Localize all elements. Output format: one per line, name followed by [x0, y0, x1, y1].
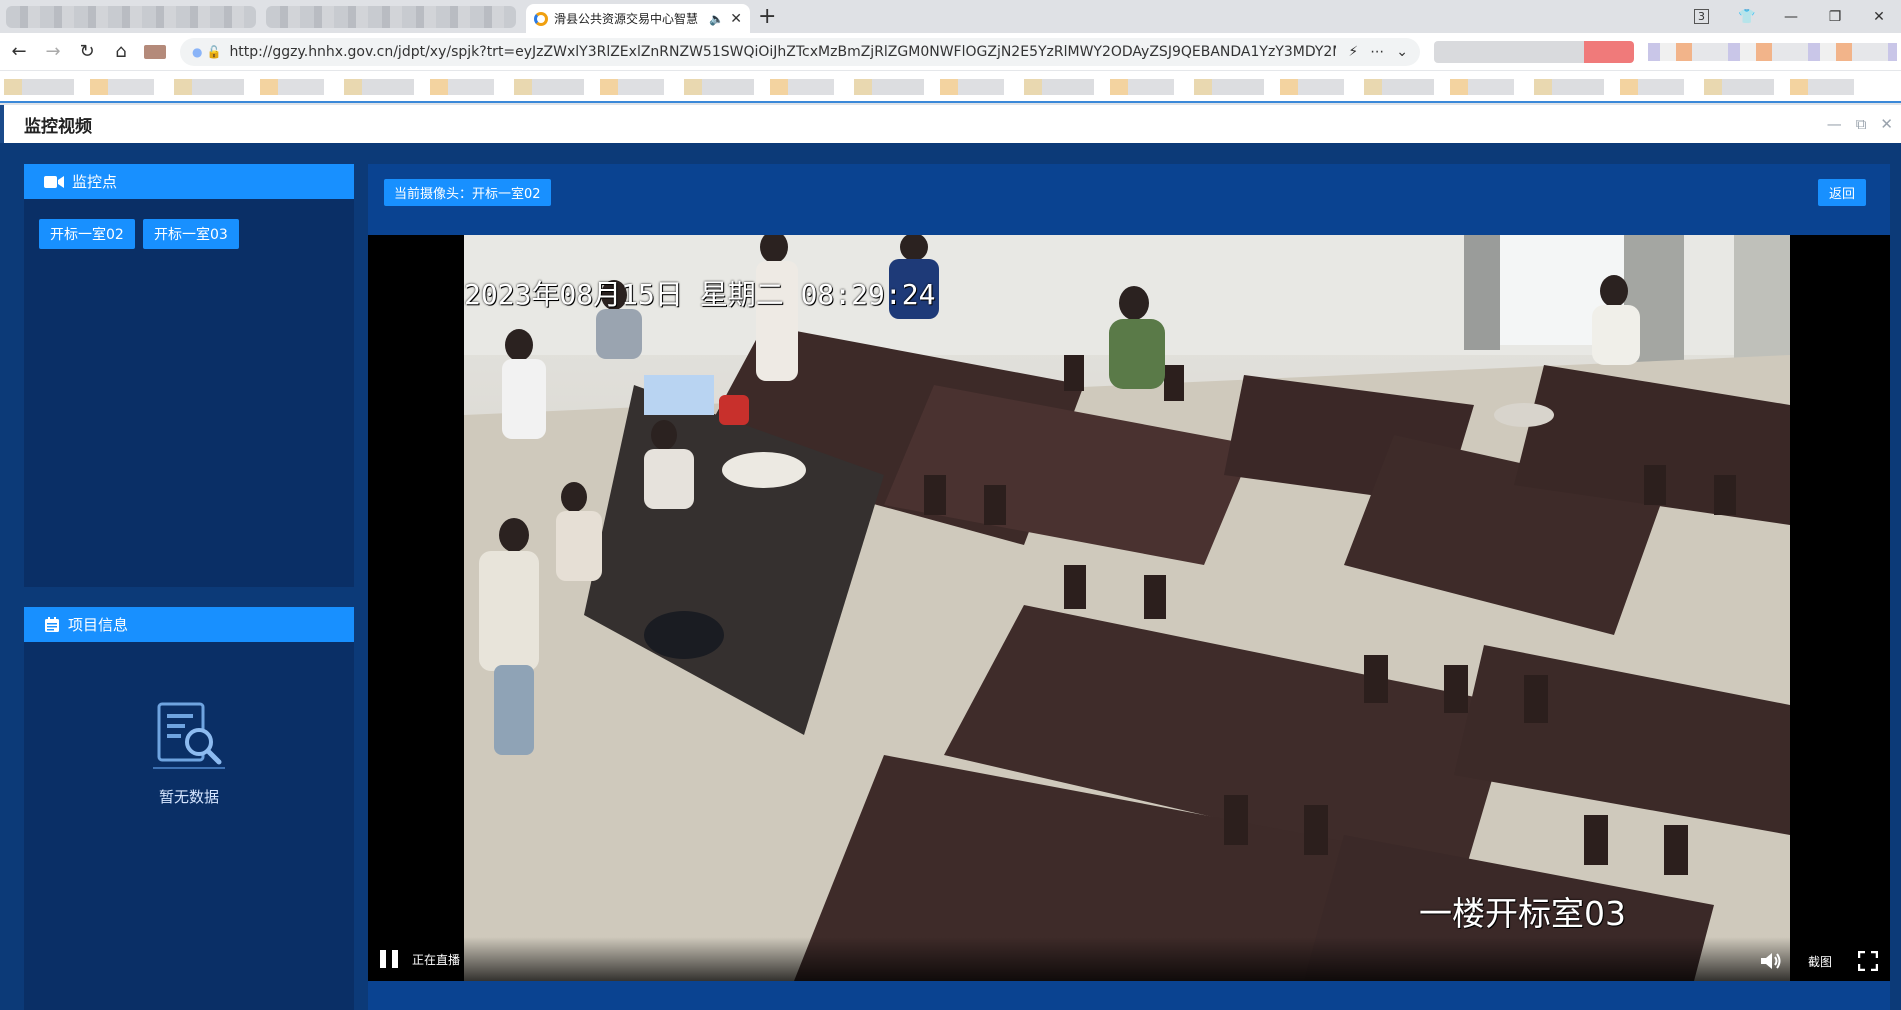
lightning-icon[interactable]: ⚡: [1348, 44, 1358, 60]
osd-timestamp: 2023年08月15日 星期二 08:29:24: [464, 278, 936, 311]
browser-tab-active[interactable]: 滑县公共资源交易中心智慧 🔈 ✕: [526, 4, 750, 33]
more-icon[interactable]: ⋯: [1370, 44, 1384, 60]
back-button[interactable]: 返回: [1817, 179, 1866, 206]
camera-feed: 2023年08月15日 星期二 08:29:24 一楼开标室03: [464, 235, 1790, 981]
live-status: 正在直播: [412, 952, 461, 967]
tab-title: 滑县公共资源交易中心智慧: [554, 12, 699, 26]
player-control-bar: 正在直播 截图: [368, 937, 1890, 981]
calendar-icon: [45, 616, 59, 632]
app-header: 监控视频 — ⧉ ✕: [0, 105, 1901, 143]
osd-camera-name: 一楼开标室03: [1419, 894, 1626, 933]
browser-tab-bar: 滑县公共资源交易中心智慧 🔈 ✕ + 3 👕 — ❐ ✕: [0, 0, 1901, 33]
browser-tab-blurred[interactable]: [6, 6, 256, 28]
camera-button-kaibiao-02[interactable]: 开标一室02: [39, 219, 135, 249]
empty-state: 暂无数据: [24, 700, 354, 807]
shield-icon: ●: [192, 44, 203, 59]
address-bar-row: ← → ↻ ⌂ ● 🔓 http://ggzy.hnhx.gov.cn/jdpt…: [0, 33, 1901, 71]
volume-icon[interactable]: [1760, 952, 1782, 970]
window-controls: 3 👕 — ❐ ✕: [1694, 0, 1901, 33]
room-scene-image: [464, 235, 1790, 981]
pause-icon[interactable]: [380, 950, 398, 968]
new-tab-button[interactable]: +: [758, 4, 776, 29]
project-info-title: 项目信息: [68, 616, 129, 634]
tab-count-badge[interactable]: 3: [1694, 9, 1709, 24]
empty-state-text: 暂无数据: [158, 788, 219, 806]
project-info-panel: [24, 607, 354, 1010]
back-arrow-icon[interactable]: ←: [4, 41, 34, 62]
extension-area-blurred[interactable]: [1434, 40, 1634, 63]
monitor-panel-header: 监控点: [24, 164, 354, 199]
bookmarks-blurred[interactable]: [4, 79, 1871, 95]
home-icon[interactable]: ⌂: [106, 41, 136, 62]
current-camera-label: 当前摄像头：开标一室02: [384, 179, 551, 206]
fullscreen-icon[interactable]: [1858, 951, 1878, 971]
page-title: 监控视频: [24, 116, 92, 137]
video-camera-icon: [44, 175, 64, 188]
player-right-controls: 截图: [1760, 951, 1878, 971]
browser-tab-blurred[interactable]: [266, 6, 516, 28]
video-player[interactable]: 2023年08月15日 星期二 08:29:24 一楼开标室03 正在直播 截图: [368, 235, 1890, 981]
reload-icon[interactable]: ↻: [72, 41, 102, 62]
url-text[interactable]: http://ggzy.hnhx.gov.cn/jdpt/xy/spjk?trt…: [229, 44, 1336, 60]
restore-icon[interactable]: ❐: [1813, 9, 1857, 25]
speaker-icon[interactable]: 🔈: [709, 12, 724, 26]
toolbar-icons-blurred[interactable]: [1648, 42, 1897, 61]
camera-button-kaibiao-03[interactable]: 开标一室03: [143, 219, 239, 249]
popout-icon[interactable]: ⧉: [1856, 115, 1867, 133]
project-info-header: 项目信息: [24, 607, 354, 642]
close-tab-icon[interactable]: ✕: [730, 11, 742, 27]
snapshot-button[interactable]: 截图: [1808, 953, 1832, 970]
close-icon[interactable]: ✕: [1880, 115, 1893, 133]
document-search-icon: [153, 702, 225, 769]
insecure-lock-icon[interactable]: 🔓: [206, 45, 221, 59]
bookmarks-bar: [0, 71, 1901, 103]
url-field[interactable]: ● 🔓 http://ggzy.hnhx.gov.cn/jdpt/xy/spjk…: [180, 37, 1420, 66]
site-favicon-icon: [534, 11, 548, 26]
close-window-icon[interactable]: ✕: [1857, 9, 1901, 25]
minimize-icon[interactable]: —: [1769, 9, 1813, 25]
shirt-icon[interactable]: 👕: [1725, 9, 1769, 25]
app-window-controls: — ⧉ ✕: [1827, 115, 1893, 133]
chevron-down-icon[interactable]: ⌄: [1396, 44, 1408, 60]
site-logo-icon[interactable]: [144, 44, 166, 59]
video-panel: 当前摄像头：开标一室02 返回 2023年08月15日 星期二 08:29:24…: [368, 164, 1890, 1010]
monitor-panel-title: 监控点: [72, 173, 118, 191]
minimize-icon[interactable]: —: [1827, 115, 1842, 133]
forward-arrow-icon[interactable]: →: [38, 41, 68, 62]
